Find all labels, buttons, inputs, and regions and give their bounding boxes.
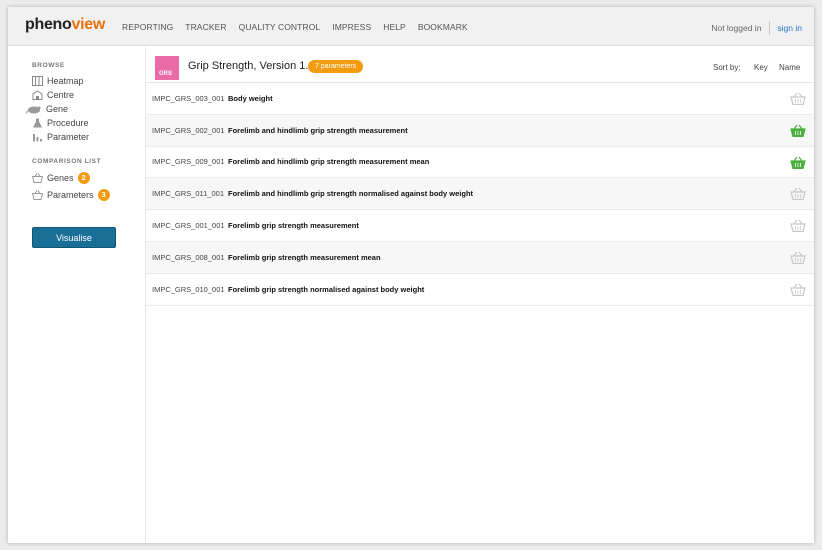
sidebar-item-parameters-list[interactable]: Parameters 3 [32, 189, 110, 201]
parameter-name: Forelimb and hindlimb grip strength norm… [228, 189, 474, 199]
sidebar-item-label: Centre [47, 90, 75, 100]
login-status: Not logged in [711, 21, 771, 35]
parameter-code: IMPC_GRS_009_001 [152, 157, 225, 167]
parameters-count-badge: 3 [97, 189, 110, 201]
parameters-count-pill: 7 parameters [308, 60, 364, 73]
basket-add-icon[interactable] [790, 92, 806, 105]
genes-count-badge: 2 [77, 172, 90, 184]
sidebar-item-label: Gene [46, 104, 69, 114]
sort-by-key-button[interactable]: Key [754, 63, 768, 72]
procedure-code-badge: GRS [155, 56, 179, 80]
main-content: GRS Grip Strength, Version 1.2 7 paramet… [146, 47, 814, 543]
sidebar-item-procedure[interactable]: Procedure [32, 118, 89, 128]
nav-quality-control[interactable]: QUALITY CONTROL [239, 22, 321, 32]
sidebar-item-heatmap[interactable]: Heatmap [32, 76, 84, 86]
parameter-name: Forelimb and hindlimb grip strength meas… [228, 125, 408, 135]
sidebar-item-label: Parameters [47, 190, 94, 200]
nav-reporting[interactable]: REPORTING [122, 22, 173, 32]
logo[interactable]: phenoview [25, 16, 105, 34]
building-icon [32, 90, 43, 100]
basket-selected-icon[interactable] [790, 124, 806, 137]
auth-area: Not logged in sign in [711, 21, 802, 35]
table-row[interactable]: IMPC_GRS_009_001 Forelimb and hindlimb gr… [146, 147, 814, 179]
parameter-code: IMPC_GRS_011_001 [152, 189, 224, 199]
main-nav: REPORTING TRACKER QUALITY CONTROL IMPRES… [122, 22, 480, 32]
nav-help[interactable]: HELP [383, 22, 406, 32]
sidebar-item-label: Parameter [47, 132, 90, 142]
flask-icon [33, 118, 42, 128]
comparison-title: COMPARISON LIST [32, 158, 102, 165]
parameter-name: Forelimb grip strength normalised agains… [228, 284, 425, 294]
nav-bookmark[interactable]: BOOKMARK [418, 22, 468, 32]
sign-in-link[interactable]: sign in [770, 23, 802, 33]
parameter-name: Forelimb grip strength measurement [228, 221, 359, 231]
logo-text-part2: view [71, 16, 106, 33]
sidebar-item-label: Procedure [47, 118, 89, 128]
table-row[interactable]: IMPC_GRS_002_001 Forelimb and hindlimb gr… [146, 114, 814, 147]
table-row[interactable]: IMPC_GRS_001_001 Forelimb grip strength m… [146, 210, 814, 242]
parameter-name: Forelimb grip strength measurement mean [228, 252, 381, 262]
procedure-code-text: GRS [159, 71, 173, 77]
bar-chart-icon [33, 134, 42, 142]
app-window: phenoview REPORTING TRACKER QUALITY CONT… [8, 7, 814, 543]
visualise-button[interactable]: Visualise [32, 227, 116, 248]
parameter-code: IMPC_GRS_008_001 [152, 252, 225, 262]
parameter-list: IMPC_GRS_003_001 Body weight IMPC_GRS_002_… [146, 83, 814, 306]
parameter-name: Forelimb and hindlimb grip strength meas… [228, 157, 430, 167]
top-bar: phenoview REPORTING TRACKER QUALITY CONT… [8, 7, 814, 46]
parameter-code: IMPC_GRS_010_001 [152, 284, 225, 294]
basket-add-icon[interactable] [790, 219, 806, 233]
sidebar-item-centre[interactable]: Centre [32, 90, 74, 100]
table-row[interactable]: IMPC_GRS_008_001 Forelimb grip strength m… [146, 241, 814, 274]
basket-selected-icon[interactable] [790, 156, 806, 169]
procedure-header: GRS Grip Strength, Version 1.2 7 paramet… [146, 47, 814, 83]
sidebar: BROWSE Heatmap Centre Gene Procedure Par… [8, 47, 146, 543]
mouse-icon [26, 106, 41, 114]
basket-add-icon[interactable] [790, 283, 806, 296]
page-title: Grip Strength, Version 1.2 [188, 60, 315, 72]
sort-label: Sort by: [713, 63, 741, 72]
sidebar-item-label: Heatmap [47, 76, 84, 86]
parameter-name: Body weight [228, 93, 273, 103]
sidebar-item-gene[interactable]: Gene [26, 104, 68, 114]
basket-add-icon[interactable] [790, 187, 806, 201]
parameter-code: IMPC_GRS_002_001 [152, 125, 225, 135]
sidebar-item-genes-list[interactable]: Genes 2 [32, 172, 90, 184]
sort-by-name-button[interactable]: Name [779, 63, 800, 72]
sidebar-item-label: Genes [47, 173, 74, 183]
nav-tracker[interactable]: TRACKER [185, 22, 226, 32]
sidebar-item-parameter[interactable]: Parameter [32, 132, 89, 142]
browse-title: BROWSE [32, 62, 65, 69]
parameter-code: IMPC_GRS_003_001 [152, 93, 225, 103]
basket-icon [32, 173, 43, 183]
table-row[interactable]: IMPC_GRS_003_001 Body weight [146, 83, 814, 115]
basket-icon [32, 190, 43, 200]
basket-add-icon[interactable] [790, 251, 806, 264]
nav-impress[interactable]: IMPRESS [332, 22, 371, 32]
parameter-code: IMPC_GRS_001_001 [152, 221, 225, 231]
table-row[interactable]: IMPC_GRS_011_001 Forelimb and hindlimb gr… [146, 178, 814, 211]
logo-text-part1: pheno [25, 16, 72, 33]
heatmap-icon [32, 76, 43, 86]
table-row[interactable]: IMPC_GRS_010_001 Forelimb grip strength n… [146, 274, 814, 306]
